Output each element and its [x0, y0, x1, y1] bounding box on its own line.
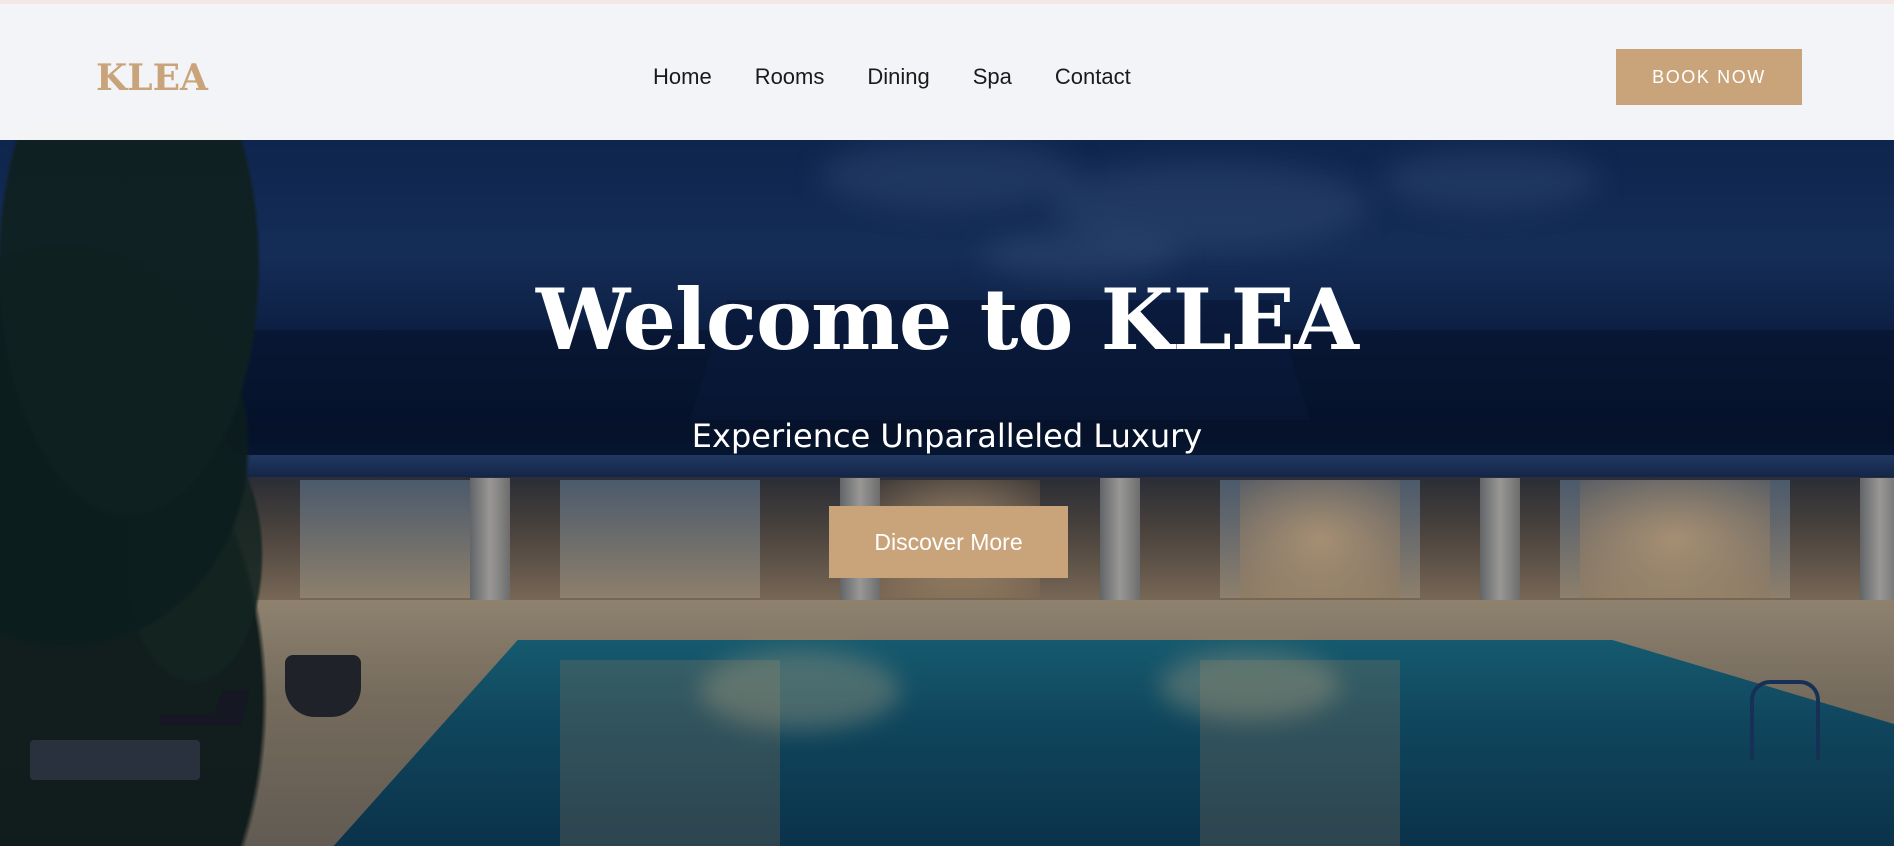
nav-link-dining[interactable]: Dining [867, 62, 929, 92]
site-header: KLEA Home Rooms Dining Spa Contact BOOK … [0, 4, 1894, 140]
hero-subtitle: Experience Unparalleled Luxury [691, 417, 1203, 455]
nav-link-spa[interactable]: Spa [973, 62, 1012, 92]
nav-link-home[interactable]: Home [653, 62, 712, 92]
hero-title: Welcome to KLEA [536, 270, 1359, 369]
main-nav: Home Rooms Dining Spa Contact [653, 62, 1174, 92]
nav-link-rooms[interactable]: Rooms [755, 62, 825, 92]
book-now-button[interactable]: BOOK NOW [1616, 49, 1802, 105]
discover-more-button[interactable]: Discover More [829, 506, 1068, 578]
site-logo[interactable]: KLEA [96, 56, 208, 100]
nav-link-contact[interactable]: Contact [1055, 62, 1131, 92]
